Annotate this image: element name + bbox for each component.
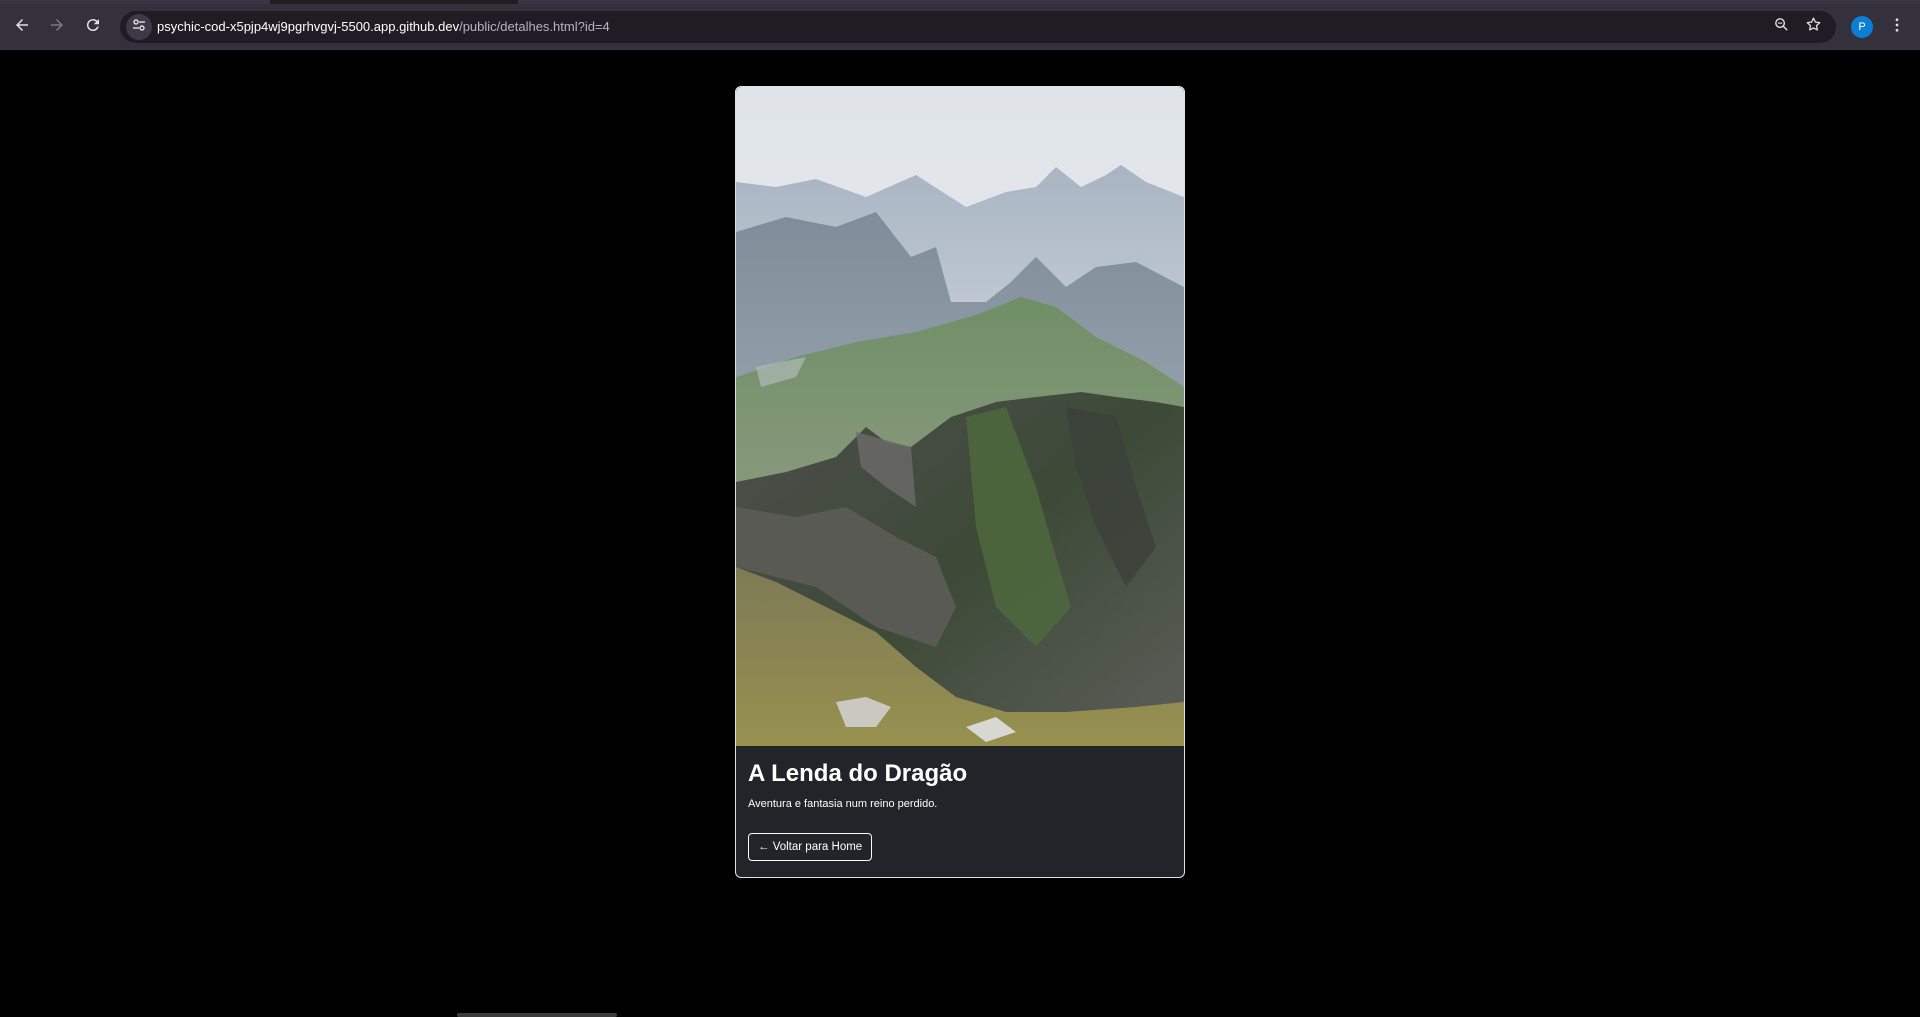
zoom-button[interactable] xyxy=(1769,15,1793,39)
address-bar[interactable]: psychic-cod-x5pjp4wj9pgrhvgvj-5500.app.g… xyxy=(120,11,1836,43)
profile-avatar[interactable]: P xyxy=(1851,16,1873,38)
url-text[interactable]: psychic-cod-x5pjp4wj9pgrhvgvj-5500.app.g… xyxy=(157,19,610,35)
back-to-home-button[interactable]: ← Voltar para Home xyxy=(748,833,873,861)
detail-card: A Lenda do Dragão Aventura e fantasia nu… xyxy=(735,86,1185,878)
bookmark-button[interactable] xyxy=(1801,15,1825,39)
card-body: A Lenda do Dragão Aventura e fantasia nu… xyxy=(736,746,1184,861)
kebab-menu-icon xyxy=(1888,16,1906,39)
forward-arrow-icon xyxy=(48,16,66,39)
url-path: /public/detalhes.html?id=4 xyxy=(459,19,610,34)
tune-icon xyxy=(131,17,147,38)
mountain-landscape-image xyxy=(736,87,1184,746)
site-info-button[interactable] xyxy=(126,14,152,40)
star-icon xyxy=(1805,16,1822,38)
card-title: A Lenda do Dragão xyxy=(748,760,968,787)
url-host: psychic-cod-x5pjp4wj9pgrhvgvj-5500.app.g… xyxy=(157,19,460,34)
page-viewport: A Lenda do Dragão Aventura e fantasia nu… xyxy=(0,50,1920,1017)
forward-button[interactable] xyxy=(43,13,71,41)
card-image xyxy=(736,87,1184,746)
reload-button[interactable] xyxy=(79,13,107,41)
back-button[interactable] xyxy=(8,13,36,41)
reload-icon xyxy=(84,16,102,39)
back-arrow-icon xyxy=(13,16,31,39)
browser-toolbar: psychic-cod-x5pjp4wj9pgrhvgvj-5500.app.g… xyxy=(0,4,1920,50)
browser-menu-button[interactable] xyxy=(1886,16,1908,38)
card-description: Aventura e fantasia num reino perdido. xyxy=(748,798,938,810)
horizontal-scrollbar[interactable] xyxy=(457,1013,617,1017)
zoom-icon xyxy=(1773,16,1790,38)
